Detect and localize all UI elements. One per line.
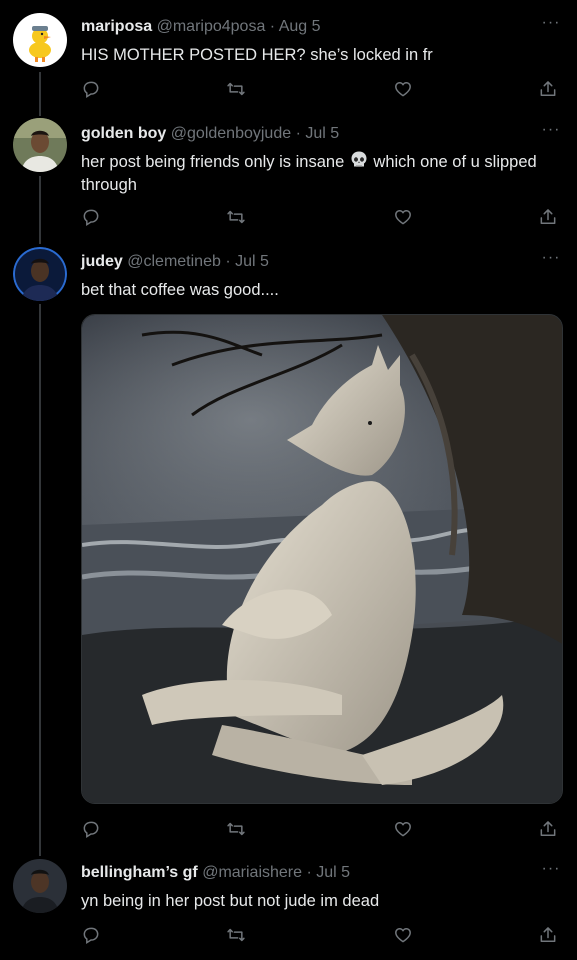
handle[interactable]: @mariaishere	[202, 864, 302, 881]
tweet[interactable]: bellingham’s gf @mariaishere · Jul 5 ···…	[0, 848, 577, 960]
retweet-icon[interactable]	[226, 207, 248, 229]
tweet-header: bellingham’s gf @mariaishere · Jul 5	[81, 863, 517, 883]
avatar[interactable]	[13, 13, 67, 67]
avatar[interactable]	[13, 118, 67, 172]
share-icon[interactable]	[538, 819, 560, 841]
tweet-actions	[81, 925, 561, 947]
tweet-header: judey @clemetineb · Jul 5	[81, 252, 517, 272]
like-icon[interactable]	[393, 207, 415, 229]
timestamp[interactable]: Jul 5	[316, 864, 350, 881]
duck-avatar-image	[13, 13, 67, 67]
handle[interactable]: @clemetineb	[127, 253, 221, 270]
retweet-icon[interactable]	[226, 819, 248, 841]
handle[interactable]: @goldenboyjude	[171, 125, 291, 142]
separator: ·	[225, 253, 231, 270]
person-avatar-image	[13, 247, 67, 301]
handle[interactable]: @maripo4posa	[157, 18, 266, 35]
tweet-header: mariposa @maripo4posa · Aug 5	[81, 17, 517, 37]
avatar[interactable]	[13, 859, 67, 913]
tweet-actions	[81, 79, 561, 101]
share-icon[interactable]	[538, 79, 560, 101]
tweet[interactable]: golden boy @goldenboyjude · Jul 5 ··· he…	[0, 108, 577, 244]
tweet-header: golden boy @goldenboyjude · Jul 5	[81, 124, 517, 144]
display-name[interactable]: golden boy	[81, 125, 166, 142]
tweet[interactable]: mariposa @maripo4posa · Aug 5 ··· HIS MO…	[0, 0, 577, 108]
share-icon[interactable]	[538, 925, 560, 947]
timestamp[interactable]: Jul 5	[305, 125, 339, 142]
tweet-text-part: her post being friends only is insane	[81, 153, 349, 171]
person-avatar-image	[13, 118, 67, 172]
more-options-button[interactable]: ···	[541, 122, 561, 145]
reply-icon[interactable]	[81, 79, 103, 101]
like-icon[interactable]	[393, 925, 415, 947]
timestamp[interactable]: Aug 5	[279, 18, 321, 35]
more-options-button[interactable]: ···	[541, 15, 561, 38]
reply-icon[interactable]	[81, 207, 103, 229]
wolf-illustration	[82, 315, 562, 803]
tweet-media-image[interactable]	[81, 314, 563, 804]
reply-icon[interactable]	[81, 819, 103, 841]
retweet-icon[interactable]	[226, 79, 248, 101]
display-name[interactable]: bellingham’s gf	[81, 864, 198, 881]
separator: ·	[295, 125, 301, 142]
share-icon[interactable]	[538, 207, 560, 229]
tweet-text: HIS MOTHER POSTED HER? she’s locked in f…	[81, 46, 433, 64]
tweet-text: yn being in her post but not jude im dea…	[81, 892, 380, 910]
tweet-actions	[81, 207, 561, 229]
retweet-icon[interactable]	[226, 925, 248, 947]
more-options-button[interactable]: ···	[541, 861, 561, 884]
skull-icon	[349, 150, 369, 170]
separator: ·	[269, 18, 276, 35]
reply-icon[interactable]	[81, 925, 103, 947]
like-icon[interactable]	[393, 79, 415, 101]
separator: ·	[306, 864, 312, 881]
tweet-text: bet that coffee was good....	[81, 281, 279, 299]
tweet-actions	[81, 819, 561, 841]
timestamp[interactable]: Jul 5	[235, 253, 269, 270]
tweet-text: her post being friends only is insane wh…	[81, 150, 553, 197]
display-name[interactable]: mariposa	[81, 18, 152, 35]
more-options-button[interactable]: ···	[541, 250, 561, 273]
person-avatar-image	[13, 859, 67, 913]
avatar[interactable]	[13, 247, 67, 301]
like-icon[interactable]	[393, 819, 415, 841]
display-name[interactable]: judey	[81, 253, 123, 270]
